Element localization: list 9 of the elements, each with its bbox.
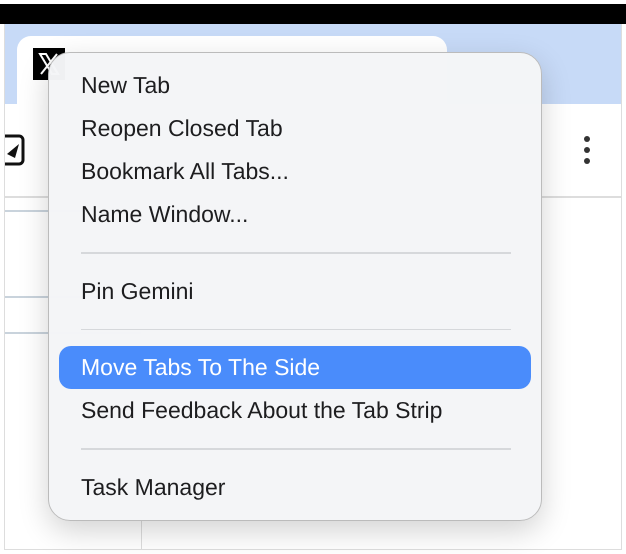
send-icon[interactable] bbox=[5, 134, 25, 166]
menu-item[interactable]: Bookmark All Tabs... bbox=[59, 150, 531, 193]
more-options-icon[interactable] bbox=[583, 135, 591, 165]
menu-item[interactable]: Pin Gemini bbox=[59, 270, 531, 313]
menu-item[interactable]: New Tab bbox=[59, 64, 531, 107]
menu-item[interactable]: Name Window... bbox=[59, 192, 531, 236]
menu-item[interactable]: Send Feedback About the Tab Strip bbox=[59, 389, 531, 432]
menu-item[interactable]: Task Manager bbox=[59, 466, 531, 510]
menu-item[interactable]: Reopen Closed Tab bbox=[59, 106, 531, 150]
